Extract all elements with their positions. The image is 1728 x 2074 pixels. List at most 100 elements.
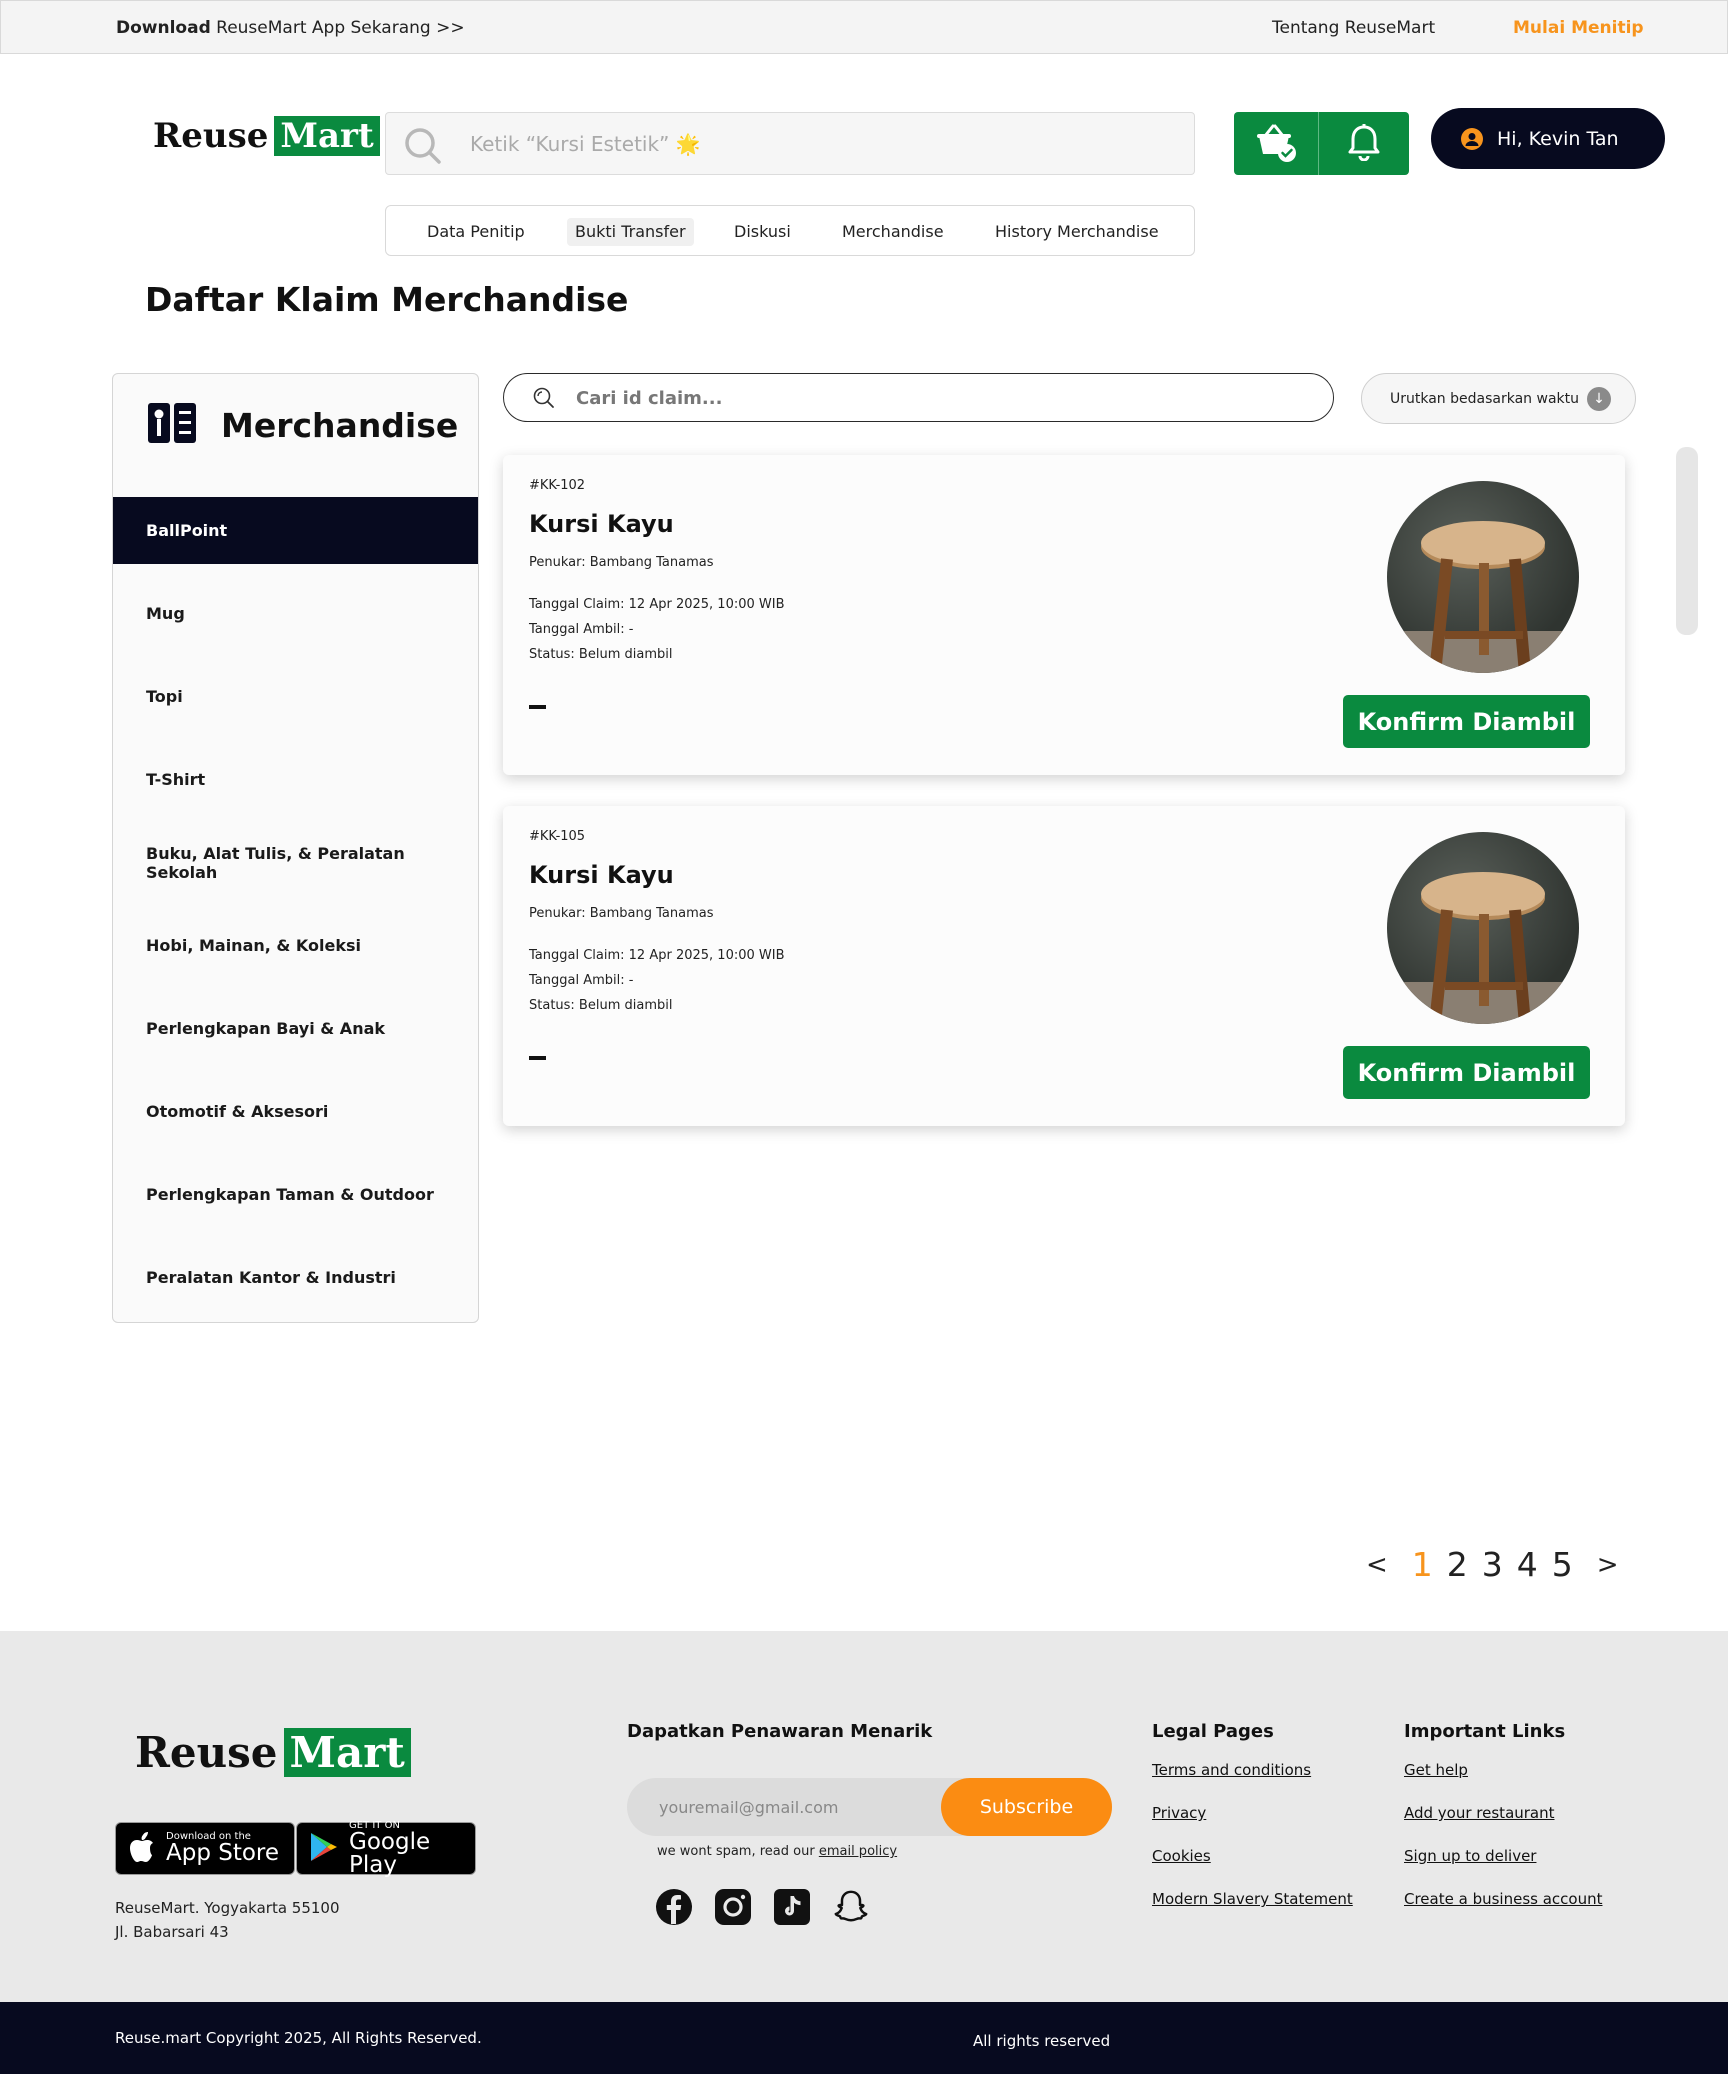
user-greeting: Hi, Kevin Tan (1497, 127, 1619, 150)
newsletter-title: Dapatkan Penawaran Menarik (627, 1721, 933, 1742)
search-input[interactable] (468, 125, 1168, 163)
address-line-2: Jl. Babarsari 43 (115, 1923, 229, 1941)
download-app-link[interactable]: Download ReuseMart App Sekarang >> (116, 18, 465, 38)
claim-id: #KK-102 (529, 478, 586, 493)
subscribe-button[interactable]: Subscribe (941, 1778, 1112, 1836)
claim-item-name: Kursi Kayu (529, 861, 674, 889)
claim-status: Status: Belum diambil (529, 647, 673, 662)
claim-card: #KK-102 Kursi Kayu Penukar: Bambang Tana… (503, 455, 1625, 775)
sidebar-item-ballpoint[interactable]: BallPoint (113, 497, 478, 564)
important-links-title: Important Links (1404, 1721, 1566, 1742)
rights-text: All rights reserved (973, 2032, 1111, 2050)
footer-bottom-bar: Reuse.mart Copyright 2025, All Rights Re… (0, 2002, 1728, 2074)
sidebar-title: Merchandise (221, 405, 459, 445)
newsletter-form: Subscribe (627, 1778, 1112, 1836)
page-2[interactable]: 2 (1447, 1545, 1468, 1584)
page-1[interactable]: 1 (1412, 1545, 1433, 1584)
legal-link-privacy[interactable]: Privacy (1152, 1804, 1206, 1822)
top-bar: Download ReuseMart App Sekarang >> Tenta… (0, 0, 1728, 54)
search-icon (404, 127, 442, 169)
search-icon (532, 386, 556, 414)
google-play-icon (309, 1831, 339, 1867)
basket-check-icon (1253, 120, 1299, 168)
sidebar-item-otomotif[interactable]: Otomotif & Aksesori (113, 1078, 478, 1145)
tab-history-merchandise[interactable]: History Merchandise (987, 218, 1167, 246)
legal-pages-title: Legal Pages (1152, 1721, 1274, 1742)
page-title: Daftar Klaim Merchandise (145, 280, 629, 319)
tab-bukti-transfer[interactable]: Bukti Transfer (567, 218, 694, 246)
claim-penukar: Penukar: Bambang Tanamas (529, 906, 714, 921)
page-3[interactable]: 3 (1482, 1545, 1503, 1584)
claim-tanggal-claim: Tanggal Claim: 12 Apr 2025, 10:00 WIB (529, 597, 785, 612)
legal-link-slavery[interactable]: Modern Slavery Statement (1152, 1890, 1353, 1908)
sidebar-item-topi[interactable]: Topi (113, 663, 478, 730)
important-link-restaurant[interactable]: Add your restaurant (1404, 1804, 1555, 1822)
email-policy-link[interactable]: email policy (819, 1844, 897, 1859)
important-link-deliver[interactable]: Sign up to deliver (1404, 1847, 1536, 1865)
chevron-left-icon[interactable]: < (1366, 1550, 1388, 1580)
claim-tanggal-claim: Tanggal Claim: 12 Apr 2025, 10:00 WIB (529, 948, 785, 963)
sidebar-item-bayi-anak[interactable]: Perlengkapan Bayi & Anak (113, 995, 478, 1062)
spam-note: we wont spam, read our email policy (657, 1844, 898, 1859)
app-store-badge[interactable]: Download on the App Store (115, 1822, 295, 1875)
instagram-icon[interactable] (714, 1888, 752, 1926)
category-sidebar: Merchandise BallPoint Mug Topi T-Shirt B… (112, 373, 479, 1323)
google-play-badge[interactable]: GET IT ON Google Play (296, 1820, 476, 1878)
claim-search-bar[interactable] (503, 373, 1334, 422)
tab-merchandise[interactable]: Merchandise (834, 218, 952, 246)
cart-button[interactable] (1234, 112, 1318, 175)
sidebar-item-buku[interactable]: Buku, Alat Tulis, & Peralatan Sekolah (113, 829, 478, 896)
confirm-pickup-button[interactable]: Konfirm Diambil (1343, 695, 1590, 748)
facebook-icon[interactable] (655, 1888, 693, 1926)
merchandise-icon (147, 402, 197, 448)
claim-item-name: Kursi Kayu (529, 510, 674, 538)
google-play-big: Google Play (349, 1828, 431, 1878)
page-5[interactable]: 5 (1552, 1545, 1573, 1584)
sidebar-item-kantor-industri[interactable]: Peralatan Kantor & Industri (113, 1244, 478, 1311)
arrow-down-icon: ↓ (1587, 386, 1611, 411)
dash-mark (529, 705, 546, 709)
logo[interactable]: Reuse Mart (153, 116, 380, 156)
notification-button[interactable] (1319, 112, 1409, 175)
item-photo (1387, 832, 1579, 1024)
claim-tanggal-ambil: Tanggal Ambil: - (529, 622, 634, 637)
user-menu-button[interactable]: Hi, Kevin Tan (1431, 108, 1665, 169)
app-store-big: App Store (166, 1840, 280, 1866)
email-field[interactable] (657, 1793, 937, 1821)
sidebar-header: Merchandise (147, 402, 458, 448)
important-link-business[interactable]: Create a business account (1404, 1890, 1602, 1908)
legal-link-terms[interactable]: Terms and conditions (1152, 1761, 1311, 1779)
claim-search-input[interactable] (574, 383, 1314, 413)
main-search-bar[interactable] (385, 112, 1195, 175)
pagination: < 1 2 3 4 5 > (1366, 1545, 1633, 1584)
sidebar-item-taman-outdoor[interactable]: Perlengkapan Taman & Outdoor (113, 1161, 478, 1228)
sort-label: Urutkan bedasarkan waktu (1390, 390, 1579, 407)
legal-link-cookies[interactable]: Cookies (1152, 1847, 1211, 1865)
tiktok-icon[interactable] (773, 1888, 811, 1926)
snapchat-icon[interactable] (832, 1888, 870, 1926)
page-4[interactable]: 4 (1517, 1545, 1538, 1584)
claim-penukar: Penukar: Bambang Tanamas (529, 555, 714, 570)
important-link-help[interactable]: Get help (1404, 1761, 1468, 1779)
tab-data-penitip[interactable]: Data Penitip (419, 218, 533, 246)
address-line-1: ReuseMart. Yogyakarta 55100 (115, 1899, 340, 1917)
bell-icon (1347, 123, 1381, 165)
sidebar-item-t-shirt[interactable]: T-Shirt (113, 746, 478, 813)
chevron-right-icon[interactable]: > (1597, 1550, 1619, 1580)
item-photo (1387, 481, 1579, 673)
claim-id: #KK-105 (529, 829, 586, 844)
nav-tabs: Data Penitip Bukti Transfer Diskusi Merc… (385, 205, 1195, 256)
confirm-pickup-button[interactable]: Konfirm Diambil (1343, 1046, 1590, 1099)
copyright-text: Reuse.mart Copyright 2025, All Rights Re… (115, 2029, 482, 2047)
about-link[interactable]: Tentang ReuseMart (1272, 18, 1435, 38)
user-avatar-icon (1461, 127, 1483, 150)
sidebar-item-hobi[interactable]: Hobi, Mainan, & Koleksi (113, 912, 478, 979)
footer-logo[interactable]: Reuse Mart (135, 1728, 411, 1777)
scrollbar-thumb[interactable] (1676, 447, 1698, 635)
tab-diskusi[interactable]: Diskusi (726, 218, 799, 246)
claim-card: #KK-105 Kursi Kayu Penukar: Bambang Tana… (503, 806, 1625, 1126)
dash-mark (529, 1056, 546, 1060)
start-consign-link[interactable]: Mulai Menitip (1513, 18, 1644, 38)
sort-button[interactable]: Urutkan bedasarkan waktu ↓ (1361, 373, 1636, 424)
sidebar-item-mug[interactable]: Mug (113, 580, 478, 647)
